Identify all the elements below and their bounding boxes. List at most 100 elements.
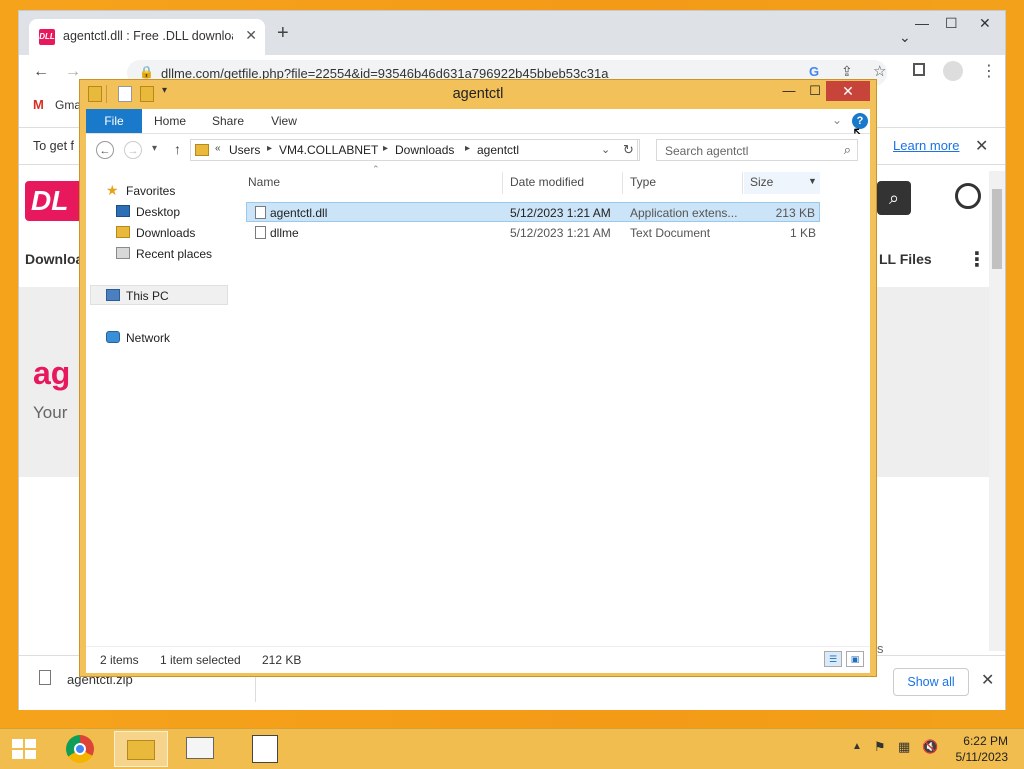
- file-row[interactable]: dllme 5/12/2023 1:21 AM Text Document 1 …: [246, 223, 820, 243]
- file-size: 1 KB: [789, 226, 816, 240]
- windows-logo-icon: [25, 750, 36, 759]
- site-account-icon[interactable]: [955, 183, 981, 209]
- file-row[interactable]: agentctl.dll 5/12/2023 1:21 AM Applicati…: [246, 202, 820, 222]
- windows-logo-icon: [12, 739, 23, 748]
- refresh-icon[interactable]: ↻: [618, 139, 640, 161]
- action-center-flag-icon[interactable]: ⚑: [874, 739, 886, 755]
- scrollbar-thumb[interactable]: [992, 189, 1002, 269]
- browser-tab[interactable]: DLL agentctl.dll : Free .DLL download ✕: [29, 19, 265, 55]
- star-icon[interactable]: ☆: [873, 62, 886, 80]
- profile-icon[interactable]: [943, 61, 963, 81]
- up-arrow-icon[interactable]: ↑: [174, 141, 181, 157]
- column-header-date[interactable]: Date modified: [510, 175, 584, 189]
- computer-icon: [106, 289, 120, 301]
- file-name: agentctl.dll: [270, 206, 328, 220]
- expand-ribbon-icon[interactable]: ⌄: [832, 113, 842, 127]
- explorer-window: ▾ agentctl — ☐ ✕ File Home Share View ⌄ …: [79, 79, 877, 677]
- clipboard-icon: [252, 735, 278, 763]
- address-folder-icon: [195, 144, 209, 156]
- breadcrumb-separator-icon[interactable]: ▸: [267, 143, 272, 154]
- column-separator[interactable]: [502, 172, 503, 194]
- status-selected: 1 item selected: [160, 653, 241, 667]
- site-nav-downloads[interactable]: Downloa: [25, 251, 83, 267]
- site-nav-dll-files[interactable]: LL Files: [879, 251, 932, 267]
- tab-close-icon[interactable]: ✕: [245, 27, 257, 44]
- new-tab-icon[interactable]: +: [277, 23, 289, 43]
- back-icon[interactable]: ←: [33, 63, 49, 81]
- site-menu-icon[interactable]: ⋮: [967, 247, 987, 272]
- taskbar-app[interactable]: [238, 731, 292, 767]
- recent-locations-icon[interactable]: ▾: [152, 143, 157, 154]
- file-name: dllme: [270, 226, 299, 240]
- explorer-maximize-icon[interactable]: ☐: [802, 82, 828, 100]
- navigation-bar: ← → ▾ ↑ « Users ▸ VM4.COLLABNET ▸ Downlo…: [86, 134, 870, 168]
- network-status-icon[interactable]: ▦: [898, 739, 910, 755]
- start-button[interactable]: [0, 731, 54, 767]
- share-icon[interactable]: ⇪: [841, 63, 853, 80]
- page-scrollbar[interactable]: [989, 171, 1005, 651]
- volume-muted-icon[interactable]: 🔇: [922, 739, 938, 755]
- tab-home[interactable]: Home: [148, 109, 192, 133]
- download-bar-close-icon[interactable]: ✕: [981, 670, 994, 690]
- text-file-icon: [255, 226, 266, 239]
- column-header-size[interactable]: Size: [750, 175, 773, 189]
- search-box[interactable]: Search agentctl ⌕: [656, 139, 858, 161]
- site-search-icon[interactable]: ⌕: [877, 181, 911, 215]
- details-view-icon[interactable]: ☰: [824, 651, 842, 667]
- taskbar-file-explorer[interactable]: [114, 731, 168, 767]
- show-hidden-icons-icon[interactable]: ▲: [852, 741, 862, 752]
- large-icons-view-icon[interactable]: ▣: [846, 651, 864, 667]
- back-arrow-icon[interactable]: ←: [96, 141, 114, 159]
- desktop-icon: [116, 205, 130, 217]
- status-size: 212 KB: [262, 653, 302, 667]
- dll-file-icon: [255, 206, 266, 219]
- taskbar-chrome[interactable]: [54, 731, 108, 767]
- page-footer-text: s: [877, 641, 884, 656]
- column-filter-icon[interactable]: ▼: [808, 176, 817, 186]
- tab-view[interactable]: View: [264, 109, 304, 133]
- breadcrumb-prefix[interactable]: «: [215, 143, 221, 154]
- google-icon[interactable]: G: [809, 64, 819, 79]
- explorer-close-button[interactable]: ✕: [826, 81, 870, 101]
- explorer-body: ★ Favorites Desktop Downloads Recent pla…: [86, 164, 870, 646]
- breadcrumb-separator-icon[interactable]: ▸: [383, 143, 388, 154]
- minimize-icon[interactable]: —: [915, 15, 929, 31]
- address-bar[interactable]: « Users ▸ VM4.COLLABNET ▸ Downloads ▸ ag…: [190, 139, 638, 161]
- column-header-name[interactable]: Name: [248, 175, 280, 189]
- close-icon[interactable]: ✕: [979, 15, 991, 32]
- learn-more-link[interactable]: Learn more: [893, 138, 959, 153]
- breadcrumb-agentctl[interactable]: agentctl: [477, 143, 519, 157]
- windows-logo-icon: [12, 750, 23, 759]
- info-bar-text: To get f: [33, 139, 74, 153]
- menu-icon[interactable]: ⋮: [981, 61, 997, 81]
- column-header-type[interactable]: Type: [630, 175, 656, 189]
- tab-share[interactable]: Share: [206, 109, 250, 133]
- page-heading: ag: [33, 355, 71, 391]
- explorer-title: agentctl: [452, 86, 504, 102]
- tab-file[interactable]: File: [86, 109, 142, 133]
- navigation-pane: ★ Favorites Desktop Downloads Recent pla…: [86, 168, 236, 646]
- file-type: Application extens...: [630, 206, 738, 220]
- info-bar-close-icon[interactable]: ✕: [975, 136, 988, 156]
- address-dropdown-icon[interactable]: ⌄: [601, 143, 610, 156]
- breadcrumb-users[interactable]: Users: [229, 143, 260, 157]
- taskbar-app[interactable]: [174, 731, 228, 767]
- search-icon[interactable]: ⌕: [844, 142, 851, 158]
- explorer-titlebar[interactable]: ▾ agentctl — ☐ ✕: [80, 80, 876, 108]
- column-separator[interactable]: [742, 172, 743, 194]
- breadcrumb-downloads[interactable]: Downloads: [395, 143, 454, 157]
- breadcrumb-vm4[interactable]: VM4.COLLABNET: [279, 143, 378, 157]
- taskbar-clock[interactable]: 6:22 PM 5/11/2023: [956, 733, 1009, 765]
- explorer-minimize-icon[interactable]: —: [776, 82, 802, 100]
- gmail-icon[interactable]: M: [33, 97, 44, 112]
- dll-favicon-icon: DLL: [39, 29, 55, 45]
- breadcrumb-separator-icon[interactable]: ▸: [465, 143, 470, 154]
- show-all-button[interactable]: Show all: [893, 668, 969, 696]
- search-placeholder: Search agentctl: [665, 144, 749, 158]
- column-separator[interactable]: [622, 172, 623, 194]
- bookmark-gmail[interactable]: Gma: [55, 98, 81, 112]
- tab-search-icon[interactable]: ⌄: [899, 29, 911, 46]
- maximize-icon[interactable]: ☐: [945, 15, 958, 32]
- side-panel-icon[interactable]: [913, 63, 925, 76]
- forward-arrow-icon[interactable]: →: [124, 141, 142, 159]
